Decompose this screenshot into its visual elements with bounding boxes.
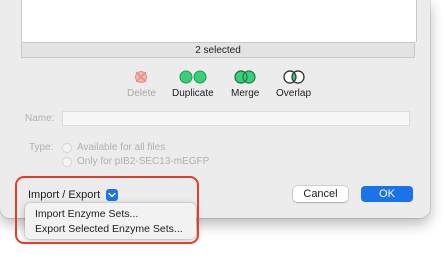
name-label: Name: — [25, 113, 55, 124]
name-field[interactable] — [62, 111, 410, 126]
type-option-all-files[interactable]: Available for all files — [62, 142, 165, 153]
overlap-icon — [276, 70, 311, 84]
type-label: Type: — [29, 142, 54, 153]
radio-button[interactable] — [62, 156, 72, 167]
ok-button[interactable]: OK — [361, 186, 413, 202]
selection-status: 2 selected — [21, 42, 415, 58]
type-option-this-file[interactable]: Only for pIB2-SEC13-mEGFP — [62, 156, 209, 167]
delete-icon — [127, 70, 156, 84]
overlap-button[interactable]: Overlap — [276, 70, 311, 99]
merge-button[interactable]: Merge — [231, 70, 259, 99]
delete-label: Delete — [127, 88, 156, 99]
cancel-button[interactable]: Cancel — [293, 186, 348, 202]
overlap-label: Overlap — [276, 88, 312, 99]
duplicate-icon — [172, 70, 214, 84]
highlight-annotation — [15, 176, 199, 244]
duplicate-label: Duplicate — [172, 88, 214, 99]
type-option-label: Available for all files — [77, 142, 166, 153]
enzyme-set-list[interactable] — [21, 0, 417, 42]
delete-button[interactable]: Delete — [127, 70, 156, 99]
radio-button[interactable] — [62, 142, 72, 153]
duplicate-button[interactable]: Duplicate — [172, 70, 214, 99]
merge-icon — [231, 70, 259, 84]
type-option-label: Only for pIB2-SEC13-mEGFP — [77, 156, 210, 167]
merge-label: Merge — [231, 88, 260, 99]
